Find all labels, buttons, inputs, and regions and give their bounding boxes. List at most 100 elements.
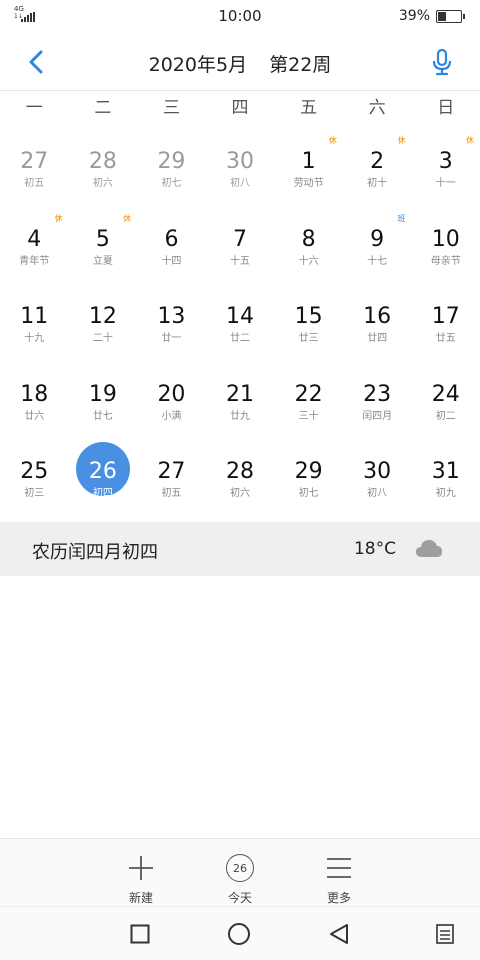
lunar-day: 初五	[24, 178, 45, 189]
day-number: 6	[164, 226, 179, 252]
day-cell[interactable]: 4 青年节 休	[0, 206, 69, 284]
day-number: 20	[157, 381, 186, 407]
day-area: 21 廿九	[213, 365, 267, 422]
lunar-day: 十七	[367, 255, 388, 267]
weekday-label: 一	[25, 98, 43, 118]
day-cell[interactable]: 21 廿九	[206, 361, 275, 439]
menu-icon	[324, 853, 354, 883]
today-button[interactable]: 26 今天	[210, 847, 270, 905]
day-number: 8	[301, 226, 316, 252]
weekday-label: 二	[94, 98, 112, 118]
day-number: 24	[431, 381, 460, 407]
lunar-day: 初七	[161, 178, 182, 189]
day-area: 17 廿五	[419, 287, 473, 344]
day-cell[interactable]: 24 初二	[411, 361, 480, 439]
lunar-day: 初七	[298, 488, 319, 500]
circle-icon	[228, 923, 250, 945]
day-number: 4	[27, 226, 42, 252]
day-number: 19	[88, 381, 117, 407]
day-cell[interactable]: 12 二十	[69, 283, 138, 361]
day-number: 9	[370, 226, 385, 252]
day-cell[interactable]: 19 廿七	[69, 361, 138, 439]
lunar-day: 二十	[92, 333, 113, 345]
week-row: 27 初五 28 初六 29 初七 30 初八 1 劳动节 休 2 初十 休 3 十一 休	[0, 128, 480, 206]
lunar-date: 农历闰四月初四	[32, 542, 158, 563]
day-cell[interactable]: 9 十七 班	[343, 206, 412, 284]
home-button[interactable]	[224, 919, 254, 949]
day-cell[interactable]: 31 初九	[411, 438, 480, 516]
lunar-day: 初六	[230, 488, 251, 500]
lunar-day: 初八	[367, 488, 388, 500]
day-area: 7 十五	[213, 210, 267, 267]
voice-button[interactable]	[426, 46, 458, 78]
day-number: 31	[431, 459, 460, 485]
day-cell[interactable]: 15 廿三	[274, 283, 343, 361]
day-cell[interactable]: 23 闰四月	[343, 361, 412, 439]
lunar-day: 劳动节	[293, 178, 324, 189]
day-area: 31 初九	[419, 442, 473, 499]
day-number: 17	[431, 304, 460, 330]
back-nav-button[interactable]	[324, 919, 354, 949]
day-cell[interactable]: 29 初七	[274, 438, 343, 516]
day-area: 5 立夏	[76, 210, 130, 267]
day-cell[interactable]: 8 十六	[274, 206, 343, 284]
weekday-header: 一二三四五六日	[0, 90, 480, 128]
more-button[interactable]: 更多	[309, 847, 369, 905]
day-info-bar[interactable]: 农历闰四月初四 18°C	[0, 522, 480, 576]
day-cell[interactable]: 28 初六	[206, 438, 275, 516]
new-event-button[interactable]: 新建	[111, 847, 171, 905]
weekday-label: 五	[300, 98, 318, 118]
day-area: 8 十六	[282, 210, 336, 267]
day-number: 29	[294, 459, 323, 485]
day-cell[interactable]: 7 十五	[206, 206, 275, 284]
day-cell[interactable]: 27 初五	[137, 438, 206, 516]
day-number: 26	[88, 459, 117, 485]
status-bar: 4G 1↓ 10:00 39%	[0, 0, 480, 34]
day-area: 25 初三	[7, 442, 61, 499]
day-cell[interactable]: 10 母亲节	[411, 206, 480, 284]
week-row: 18 廿六 19 廿七 20 小满 21 廿九 22 三十 23 闰四月 24 初二	[0, 361, 480, 439]
day-cell[interactable]: 20 小满	[137, 361, 206, 439]
day-cell[interactable]: 18 廿六	[0, 361, 69, 439]
day-cell-selected[interactable]: 26 初四	[69, 438, 138, 516]
day-cell[interactable]: 2 初十 休	[343, 128, 412, 206]
day-cell[interactable]: 27 初五	[0, 128, 69, 206]
day-cell[interactable]: 30 初八	[343, 438, 412, 516]
lunar-day: 初十	[367, 178, 388, 189]
day-area: 19 廿七	[76, 365, 130, 422]
day-number: 15	[294, 304, 323, 330]
triangle-back-icon	[330, 924, 348, 944]
battery-icon	[436, 10, 465, 23]
day-area: 13 廿一	[144, 287, 198, 344]
page-title[interactable]: 2020年5月 第22周	[0, 50, 480, 77]
day-cell[interactable]: 11 十九	[0, 283, 69, 361]
day-cell[interactable]: 14 廿二	[206, 283, 275, 361]
day-cell[interactable]: 13 廿一	[137, 283, 206, 361]
day-number: 16	[363, 304, 392, 330]
day-cell[interactable]: 30 初八	[206, 128, 275, 206]
day-number: 28	[226, 459, 255, 485]
lunar-day: 立夏	[92, 255, 113, 267]
notification-menu-button[interactable]	[430, 919, 460, 949]
day-area: 29 初七	[144, 132, 198, 189]
lunar-day: 初八	[230, 178, 251, 189]
day-cell[interactable]: 16 廿四	[343, 283, 412, 361]
lunar-day: 闰四月	[362, 410, 393, 422]
day-cell[interactable]: 22 三十	[274, 361, 343, 439]
title-month: 2020年5月	[148, 54, 248, 76]
lunar-day: 十四	[161, 255, 182, 267]
day-cell[interactable]: 25 初三	[0, 438, 69, 516]
day-number: 1	[301, 149, 316, 174]
day-cell[interactable]: 1 劳动节 休	[274, 128, 343, 206]
day-cell[interactable]: 3 十一 休	[411, 128, 480, 206]
day-cell[interactable]: 17 廿五	[411, 283, 480, 361]
day-cell[interactable]: 5 立夏 休	[69, 206, 138, 284]
day-cell[interactable]: 6 十四	[137, 206, 206, 284]
day-cell[interactable]: 28 初六	[69, 128, 138, 206]
day-number: 2	[370, 149, 385, 174]
recent-apps-button[interactable]	[125, 919, 155, 949]
day-area: 27 初五	[144, 442, 198, 499]
battery-level	[438, 12, 447, 21]
day-cell[interactable]: 29 初七	[137, 128, 206, 206]
day-number: 12	[88, 304, 117, 330]
